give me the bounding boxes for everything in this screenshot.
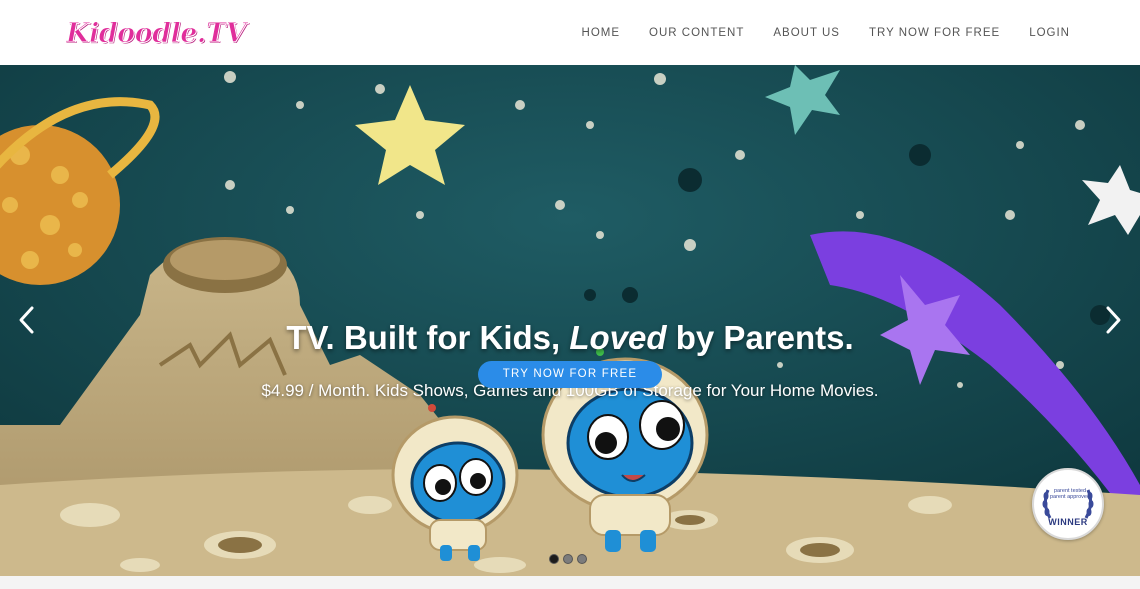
hero-carousel: TV. Built for Kids, Loved by Parents. $4… <box>0 65 1140 576</box>
badge-top-text: parent tested parent approved <box>1049 488 1091 500</box>
nav-item-login[interactable]: LOGIN <box>1029 27 1070 39</box>
top-navigation-bar: Kidoodle.TV HOME OUR CONTENT ABOUT US TR… <box>0 0 1140 65</box>
chevron-right-icon <box>1106 306 1121 334</box>
carousel-pagination <box>549 554 587 564</box>
hero-title: TV. Built for Kids, Loved by Parents. <box>0 319 1140 357</box>
hero-title-part1: TV. Built for Kids, <box>286 319 570 356</box>
nav-item-about-us[interactable]: ABOUT US <box>773 27 840 39</box>
kidoodle-logo[interactable]: Kidoodle.TV <box>66 14 247 52</box>
carousel-prev-button[interactable] <box>12 300 42 340</box>
laurel-icon <box>1042 489 1094 519</box>
nav-item-our-content[interactable]: OUR CONTENT <box>649 27 744 39</box>
page-footer-strip <box>0 576 1140 589</box>
carousel-dot-3[interactable] <box>577 554 587 564</box>
parent-tested-award-badge: parent tested parent approved WINNER <box>1032 468 1104 540</box>
hero-title-emphasis: Loved <box>569 319 667 356</box>
hero-title-part2: by Parents. <box>666 319 854 356</box>
carousel-dot-2[interactable] <box>563 554 573 564</box>
carousel-next-button[interactable] <box>1098 300 1128 340</box>
badge-winner-text: WINNER <box>1048 517 1088 527</box>
nav-item-try-now-for-free[interactable]: TRY NOW FOR FREE <box>869 27 1000 39</box>
try-now-for-free-button[interactable]: TRY NOW FOR FREE <box>478 361 662 388</box>
nav-item-home[interactable]: HOME <box>582 27 621 39</box>
chevron-left-icon <box>19 306 34 334</box>
carousel-dot-1[interactable] <box>549 554 559 564</box>
logo-text: Kidoodle.TV <box>66 17 247 49</box>
main-nav: HOME OUR CONTENT ABOUT US TRY NOW FOR FR… <box>553 0 1070 65</box>
